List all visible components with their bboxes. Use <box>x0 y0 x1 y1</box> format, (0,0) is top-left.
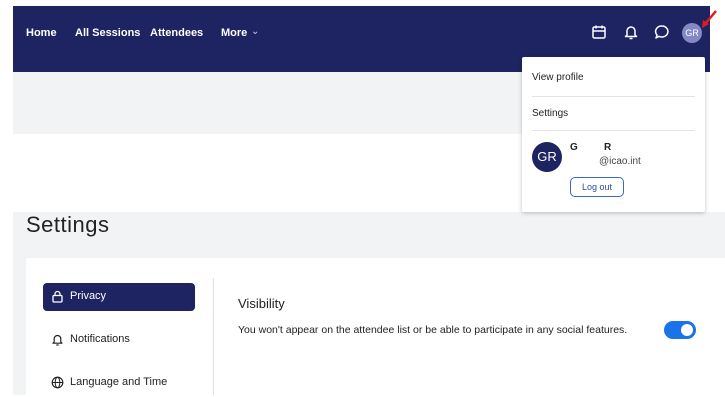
profile-avatar: GR <box>532 142 562 172</box>
view-profile-link[interactable]: View profile <box>532 72 584 83</box>
sidebar-divider <box>213 278 214 395</box>
chevron-down-icon[interactable]: ⌄ <box>251 26 259 37</box>
sidebar-item-notifications[interactable]: Notifications <box>43 326 195 354</box>
user-first-initial: G <box>570 142 578 153</box>
sidebar-item-label: Privacy <box>70 290 107 302</box>
logout-button[interactable]: Log out <box>570 177 624 197</box>
nav-home[interactable]: Home <box>26 27 57 39</box>
bell-icon <box>52 334 63 346</box>
bell-icon[interactable] <box>623 24 639 40</box>
sidebar-item-label: Language and Time <box>70 376 168 388</box>
visibility-title: Visibility <box>238 296 285 311</box>
red-arrow-annotation <box>702 10 717 28</box>
user-last-initial: R <box>604 142 612 153</box>
toggle-knob <box>681 324 693 336</box>
sidebar-item-language-and-time[interactable]: Language and Time <box>43 369 195 397</box>
sidebar-item-privacy[interactable]: Privacy <box>43 283 195 311</box>
visibility-toggle[interactable] <box>664 321 696 339</box>
header-gray-band <box>13 72 523 134</box>
lock-icon <box>52 290 63 303</box>
nav-more[interactable]: More <box>221 27 247 39</box>
visibility-description: You won't appear on the attendee list or… <box>238 324 628 336</box>
nav-all-sessions[interactable]: All Sessions <box>75 27 140 39</box>
calendar-icon[interactable] <box>591 24 607 40</box>
dropdown-divider <box>532 130 695 131</box>
user-email: @icao.int <box>599 156 641 167</box>
sidebar-item-label: Notifications <box>70 333 130 345</box>
nav-attendees[interactable]: Attendees <box>150 27 203 39</box>
globe-icon <box>51 376 64 389</box>
settings-link[interactable]: Settings <box>532 108 568 119</box>
chat-icon[interactable] <box>654 24 670 40</box>
page-title: Settings <box>26 212 110 237</box>
user-dropdown-menu: View profile Settings GR G R @icao.int L… <box>522 57 705 212</box>
dropdown-divider <box>532 96 695 97</box>
